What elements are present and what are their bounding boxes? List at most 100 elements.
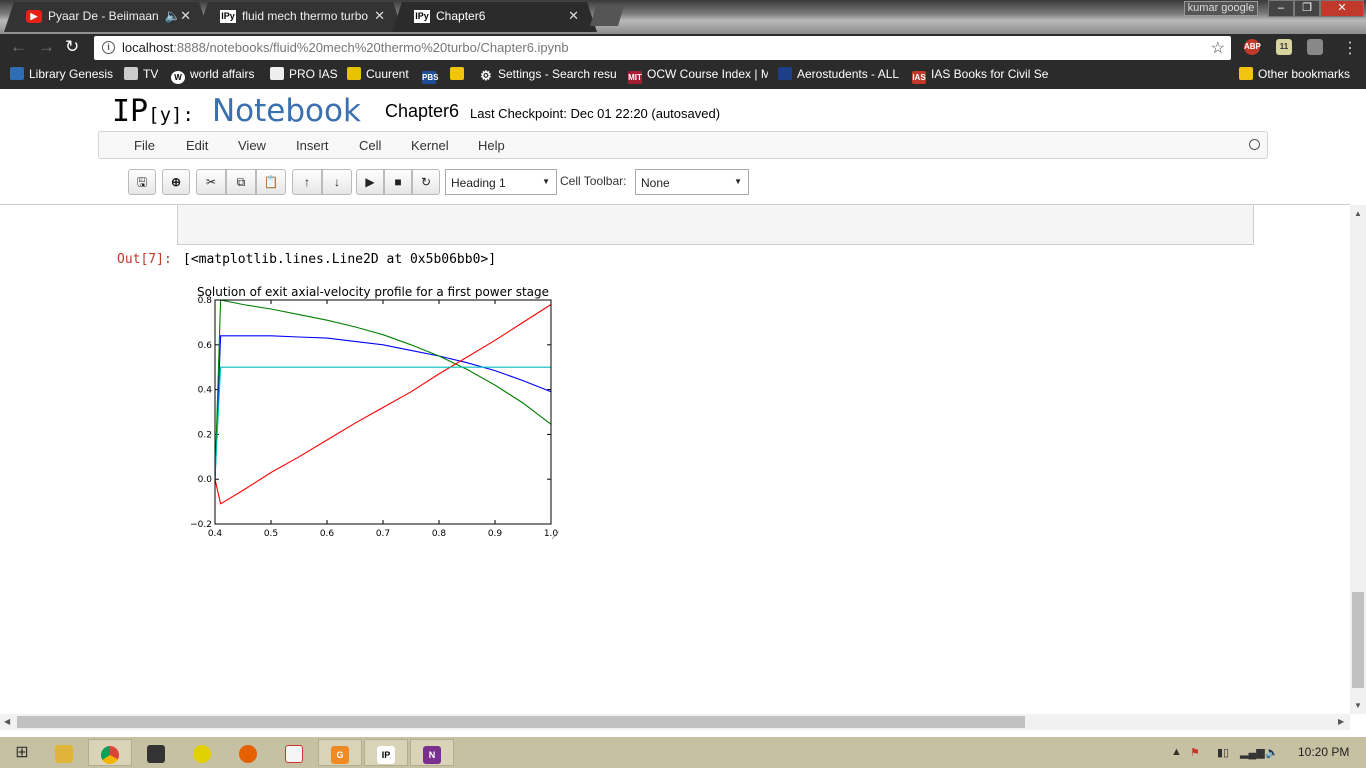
save-icon: 🖫 [136, 175, 148, 189]
bookmark-item[interactable]: PBS [422, 67, 441, 84]
pbs-icon: PBS [422, 71, 439, 84]
reload-icon[interactable]: ↻ [65, 37, 79, 57]
scroll-down-icon[interactable]: ▼ [1354, 701, 1362, 710]
battery-icon[interactable]: ▮▯ [1217, 746, 1229, 759]
extension-icon[interactable]: ext [1307, 39, 1323, 55]
bookmark-item[interactable]: PRO IAS [270, 67, 338, 81]
restore-button[interactable]: ❐ [1294, 0, 1320, 17]
scrollbar-thumb[interactable] [1352, 592, 1364, 688]
clock[interactable]: 10:20 PM [1298, 745, 1349, 759]
menu-help[interactable]: Help [478, 138, 505, 153]
taskbar-cmd[interactable] [134, 739, 178, 766]
chevron-down-icon: ▼ [542, 177, 550, 186]
bookmark-item[interactable]: Wworld affairs [171, 67, 254, 84]
cut-button[interactable]: ✂ [196, 169, 226, 195]
back-arrow-icon[interactable]: ← [10, 37, 27, 57]
taskbar-onenote[interactable]: N [410, 739, 454, 766]
cell-toolbar-label: Cell Toolbar: [560, 174, 627, 188]
chevron-down-icon: ▼ [734, 177, 742, 186]
arrow-up-icon: ↑ [304, 175, 310, 189]
bookmark-item[interactable]: TV [124, 67, 158, 81]
show-hidden-icons[interactable]: ▲ [1171, 746, 1182, 758]
tab-fluid-mech[interactable]: IPy fluid mech thermo turbo ✕ [198, 2, 403, 32]
minimize-button[interactable]: – [1268, 0, 1294, 17]
y-tick-label: −0.2 [190, 520, 212, 530]
start-button[interactable]: ⊞ [0, 739, 44, 766]
new-tab-button[interactable] [590, 6, 624, 26]
interrupt-button[interactable]: ■ [384, 169, 412, 195]
star-icon [347, 67, 361, 80]
scrollbar-thumb[interactable] [17, 716, 1025, 728]
scroll-up-icon[interactable]: ▲ [1354, 209, 1362, 218]
stop-icon: ■ [394, 175, 402, 189]
taskbar-explorer[interactable] [42, 739, 86, 766]
move-up-button[interactable]: ↑ [292, 169, 322, 195]
menu-kernel[interactable]: Kernel [411, 138, 449, 153]
vertical-scrollbar[interactable]: ▲ ▼ [1350, 205, 1366, 714]
chart-title: Solution of exit axial-velocity profile … [197, 285, 549, 299]
close-window-button[interactable]: ✕ [1320, 0, 1364, 17]
action-center-icon[interactable]: ⚑ [1190, 746, 1200, 759]
taskbar-orange-app[interactable]: G [318, 739, 362, 766]
move-down-button[interactable]: ↓ [322, 169, 352, 195]
forward-arrow-icon[interactable]: → [38, 37, 55, 57]
bookmark-star-icon[interactable]: ☆ [1211, 38, 1225, 58]
address-bar[interactable]: i localhost:8888/notebooks/fluid%20mech%… [94, 36, 1231, 60]
horizontal-scrollbar[interactable]: ◀ ▶ [0, 714, 1350, 730]
network-icon[interactable]: ▂▄▆ [1240, 746, 1265, 759]
taskbar-ipython[interactable]: IP [364, 739, 408, 766]
copy-icon: ⧉ [236, 175, 246, 189]
menu-cell[interactable]: Cell [359, 138, 381, 153]
checkpoint-status: Last Checkpoint: Dec 01 22:20 (autosaved… [470, 106, 721, 121]
bookmark-item[interactable]: Cuurent [347, 67, 409, 81]
cell-toolbar-select[interactable]: None ▼ [635, 169, 749, 195]
menu-file[interactable]: File [134, 138, 155, 153]
taskbar-paint[interactable] [272, 739, 316, 766]
taskbar-chrome[interactable] [88, 739, 132, 766]
close-tab-icon[interactable]: ✕ [180, 8, 191, 24]
menu-view[interactable]: View [238, 138, 266, 153]
close-tab-icon[interactable]: ✕ [374, 8, 385, 24]
bookmark-item[interactable]: MIT OCW Course Index | M [628, 67, 768, 84]
menu-icon[interactable]: ⋮ [1342, 38, 1358, 58]
notebook-name[interactable]: Chapter6 [385, 101, 459, 122]
bookmark-item[interactable] [450, 67, 469, 81]
copy-button[interactable]: ⧉ [226, 169, 256, 195]
bookmark-item[interactable]: ⚙ Settings - Search resu [479, 67, 617, 82]
profile-button[interactable]: kumar google [1184, 1, 1258, 16]
adblock-icon[interactable]: ABP [1244, 39, 1261, 55]
ipython-logo[interactable]: IP[y]: Notebook [112, 93, 361, 129]
scroll-right-icon[interactable]: ▶ [1338, 717, 1344, 726]
x-tick-label: 0.6 [320, 529, 335, 539]
bookmark-item[interactable]: Library Genesis [10, 67, 113, 81]
mit-icon: MIT [628, 71, 642, 84]
terminal-icon [147, 744, 165, 763]
extension-icon[interactable]: 11 [1276, 39, 1292, 55]
taskbar-app[interactable] [180, 739, 224, 766]
scroll-left-icon[interactable]: ◀ [4, 717, 10, 726]
resize-handle-icon[interactable]: ⟋ [552, 531, 559, 542]
bookmark-item[interactable]: IAS IAS Books for Civil Se [912, 67, 1050, 84]
code-cell[interactable] [177, 205, 1254, 245]
paste-button[interactable]: 📋 [256, 169, 286, 195]
insert-cell-button[interactable]: ⊕ [162, 169, 190, 195]
tab-chapter6[interactable]: IPy Chapter6 ✕ [392, 2, 597, 32]
taskbar-firefox[interactable] [226, 739, 270, 766]
info-icon[interactable]: i [102, 41, 115, 54]
kernel-status-icon [1249, 139, 1260, 150]
bookmark-item[interactable]: Aerostudents - ALL [778, 67, 899, 81]
firefox-icon [239, 744, 257, 763]
cell-type-select[interactable]: Heading 1 ▼ [445, 169, 557, 195]
close-tab-icon[interactable]: ✕ [568, 8, 579, 24]
run-button[interactable]: ▶ [356, 169, 384, 195]
tab-youtube[interactable]: ▶ Pyaar De - Beiimaan L 🔈 ✕ [4, 2, 209, 32]
paste-icon: 📋 [263, 175, 279, 189]
volume-icon[interactable]: 🔈 [1265, 746, 1279, 759]
x-tick-label: 0.5 [264, 529, 278, 539]
app-icon: G [331, 745, 349, 764]
save-button[interactable]: 🖫 [128, 169, 156, 195]
restart-button[interactable]: ↻ [412, 169, 440, 195]
menu-edit[interactable]: Edit [186, 138, 208, 153]
menu-insert[interactable]: Insert [296, 138, 329, 153]
other-bookmarks[interactable]: Other bookmarks [1239, 67, 1350, 81]
